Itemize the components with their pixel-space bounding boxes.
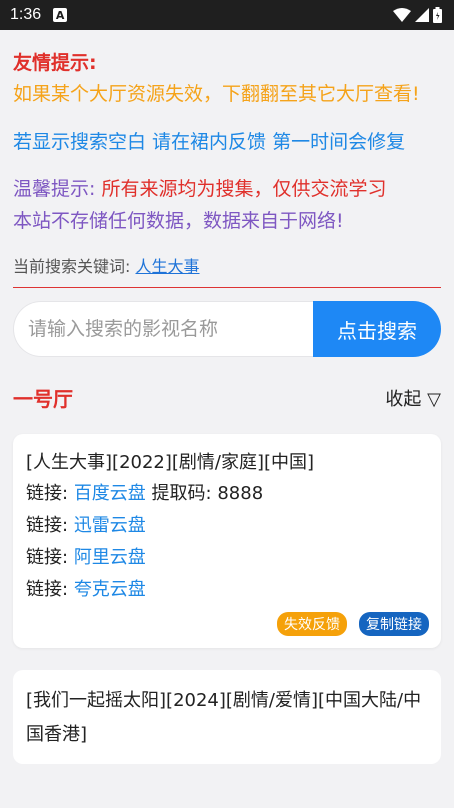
link-row-baidu: 链接: 百度云盘 提取码: 8888 <box>26 478 429 510</box>
notice-blue-text: 若显示搜索空白 请在裙内反馈 第一时间会修复 <box>13 131 406 153</box>
extract-code: 提取码: 8888 <box>151 483 264 504</box>
status-bar: 1:36 A <box>0 0 454 30</box>
copy-link-button[interactable]: 复制链接 <box>359 612 429 636</box>
link-prefix: 链接: <box>26 547 69 568</box>
notice-title: 友情提示: <box>13 52 97 74</box>
card-actions: 失效反馈 复制链接 <box>26 612 429 636</box>
result-card: [人生大事][2022][剧情/家庭][中国] 链接: 百度云盘 提取码: 88… <box>13 434 441 648</box>
link-row-quark: 链接: 夸克云盘 <box>26 574 429 606</box>
a-notification-icon: A <box>53 8 68 22</box>
current-keyword: 当前搜索关键词: 人生大事 <box>13 253 441 288</box>
link-row-xunlei: 链接: 迅雷云盘 <box>26 510 429 542</box>
battery-icon <box>433 7 442 23</box>
xunlei-pan-link[interactable]: 迅雷云盘 <box>74 515 146 536</box>
link-prefix: 链接: <box>26 579 69 600</box>
aliyun-pan-link[interactable]: 阿里云盘 <box>74 547 146 568</box>
notice-orange-text: 如果某个大厅资源失效，下翻翻至其它大厅查看! <box>13 83 420 105</box>
wifi-icon <box>393 8 411 22</box>
link-prefix: 链接: <box>26 515 69 536</box>
hall-title: 一号厅 <box>13 387 73 411</box>
result-card: [我们一起摇太阳][2024][剧情/爱情][中国大陆/中国香港] <box>13 670 441 764</box>
keyword-label: 当前搜索关键词: <box>13 257 131 276</box>
search-button[interactable]: 点击搜索 <box>313 301 441 357</box>
signal-icon <box>415 8 429 22</box>
warm-notice-label: 温馨提示: <box>13 178 96 200</box>
hall-header: 一号厅 收起 ▽ <box>13 383 441 412</box>
baidu-pan-link[interactable]: 百度云盘 <box>74 483 146 504</box>
main-content: 友情提示: 如果某个大厅资源失效，下翻翻至其它大厅查看! 若显示搜索空白 请在裙… <box>0 48 454 764</box>
result-title: [我们一起摇太阳][2024][剧情/爱情][中国大陆/中国香港] <box>26 690 422 745</box>
keyword-link[interactable]: 人生大事 <box>136 257 200 276</box>
link-prefix: 链接: <box>26 483 69 504</box>
search-bar: 点击搜索 <box>13 301 441 357</box>
search-input[interactable] <box>13 301 313 357</box>
quark-pan-link[interactable]: 夸克云盘 <box>74 579 146 600</box>
warm-notice-purple: 本站不存储任何数据，数据来自于网络! <box>13 210 344 232</box>
result-title: [人生大事][2022][剧情/家庭][中国] <box>26 452 315 473</box>
warm-notice-red: 所有来源均为搜集，仅供交流学习 <box>101 178 387 200</box>
warm-notice: 温馨提示: 所有来源均为搜集，仅供交流学习 本站不存储任何数据，数据来自于网络! <box>13 173 441 237</box>
collapse-toggle[interactable]: 收起 ▽ <box>385 385 441 411</box>
status-time: 1:36 <box>10 6 42 23</box>
link-row-aliyun: 链接: 阿里云盘 <box>26 542 429 574</box>
feedback-button[interactable]: 失效反馈 <box>277 612 347 636</box>
